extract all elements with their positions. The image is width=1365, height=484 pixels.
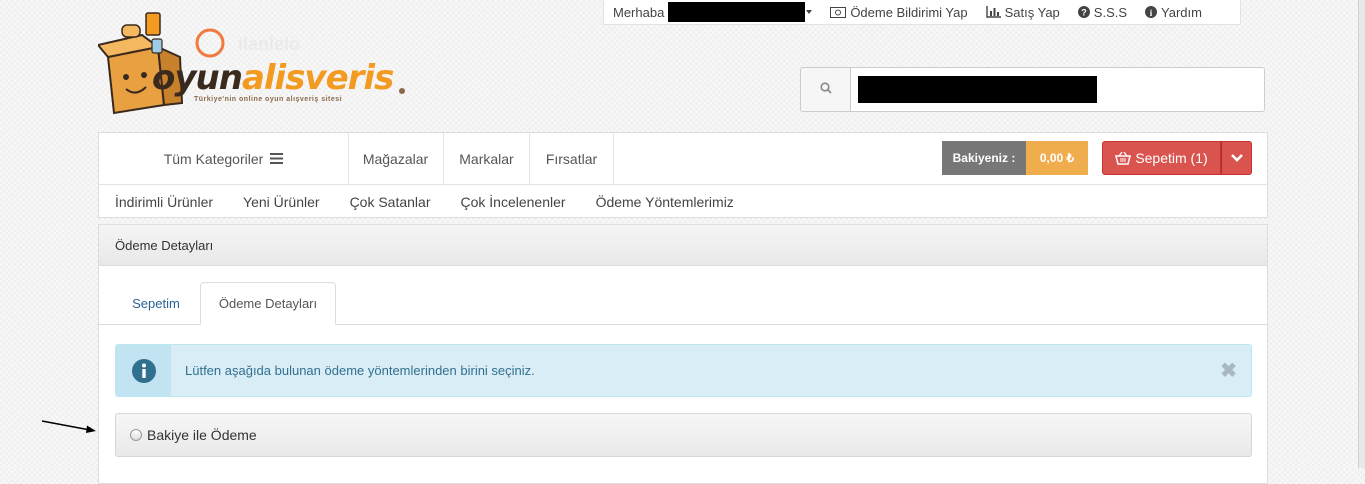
faq-label: S.S.S: [1093, 4, 1128, 20]
payment-details-panel: Ödeme Detayları Sepetim Ödeme Detayları …: [98, 224, 1268, 484]
info-alert: Lütfen aşağıda bulunan ödeme yöntemlerin…: [115, 344, 1252, 397]
nav-new-products[interactable]: Yeni Ürünler: [243, 194, 320, 210]
panel-title: Ödeme Detayları: [99, 225, 1267, 266]
balance-value: 0,00 ₺: [1026, 141, 1088, 175]
payment-notice-label: Ödeme Bildirimi Yap: [850, 4, 968, 20]
tab-cart-label: Sepetim: [132, 295, 180, 311]
nav-best-sellers[interactable]: Çok Satanlar: [350, 194, 431, 210]
nav-brands-label: Markalar: [459, 150, 514, 167]
info-circle-icon: i: [1145, 6, 1158, 18]
nav-stores-label: Mağazalar: [362, 150, 429, 167]
greeting-label: Merhaba: [613, 4, 665, 20]
sell-link[interactable]: Satış Yap: [985, 4, 1060, 20]
user-greeting[interactable]: Merhaba: [613, 2, 813, 22]
redacted-search-text: [858, 76, 1097, 103]
faded-logo-text: ilanlelo: [238, 34, 300, 54]
help-link[interactable]: i Yardım: [1145, 5, 1202, 20]
cart-button[interactable]: Sepetim (1): [1102, 141, 1221, 175]
faq-link[interactable]: ? S.S.S: [1077, 4, 1128, 20]
close-icon[interactable]: ✖: [1220, 345, 1237, 396]
search-icon: [819, 82, 832, 97]
balance-payment-radio[interactable]: [130, 429, 142, 441]
bar-chart-icon: [985, 6, 1001, 18]
help-label: Yardım: [1161, 4, 1202, 20]
checkout-tabs: Sepetim Ödeme Detayları: [99, 282, 1267, 325]
question-circle-icon: ?: [1077, 6, 1090, 18]
all-categories-label: Tüm Kategoriler: [163, 150, 264, 167]
nav-deals-label: Fırsatlar: [545, 150, 598, 167]
caret-down-icon: [806, 10, 813, 14]
brand-name[interactable]: oyunalisveris: [152, 58, 394, 98]
tab-payment-details[interactable]: Ödeme Detayları: [200, 282, 336, 325]
scrollbar[interactable]: [1358, 0, 1365, 468]
nav-brands[interactable]: Markalar: [444, 133, 530, 184]
basket-icon: [1115, 151, 1132, 165]
tab-payment-details-label: Ödeme Detayları: [218, 296, 318, 311]
alert-message: Lütfen aşağıda bulunan ödeme yöntemlerin…: [185, 363, 535, 378]
balance-payment-label: Bakiye ile Ödeme: [147, 427, 257, 443]
money-icon: [830, 6, 847, 18]
nav-stores[interactable]: Mağazalar: [348, 133, 444, 184]
sell-label: Satış Yap: [1004, 4, 1060, 20]
balance-payment-option[interactable]: Bakiye ile Ödeme: [115, 413, 1252, 457]
all-categories-button[interactable]: Tüm Kategoriler: [99, 133, 349, 184]
redacted-username: [668, 2, 806, 22]
brand-tagline: Türkiye'nin online oyun alışveriş sitesi: [194, 96, 343, 103]
search-button[interactable]: [801, 68, 851, 111]
chevron-down-icon: [1230, 154, 1243, 162]
info-icon: [116, 345, 171, 396]
nav-secondary-row: İndirimli Ürünler Yeni Ürünler Çok Satan…: [99, 185, 748, 218]
main-nav: Tüm Kategoriler Mağazalar Markalar Fırsa…: [98, 132, 1268, 218]
svg-text:?: ?: [1081, 8, 1087, 18]
nav-most-reviewed[interactable]: Çok İncelenenler: [461, 194, 566, 210]
nav-deals[interactable]: Fırsatlar: [530, 133, 614, 184]
cart-label: Sepetim (1): [1135, 150, 1208, 166]
cart-dropdown-toggle[interactable]: [1221, 141, 1252, 175]
nav-discounted-products[interactable]: İndirimli Ürünler: [115, 194, 213, 210]
nav-primary-row: Tüm Kategoriler Mağazalar Markalar Fırsa…: [99, 133, 1267, 185]
nav-payment-methods[interactable]: Ödeme Yöntemlerimiz: [596, 194, 734, 210]
balance-label: Bakiyeniz :: [942, 141, 1026, 175]
bars-icon: [270, 153, 284, 164]
top-bar: Merhaba Ödeme Bildirimi Yap Satış Yap ? …: [603, 0, 1241, 25]
tab-cart[interactable]: Sepetim: [115, 282, 197, 324]
payment-notice-link[interactable]: Ödeme Bildirimi Yap: [830, 4, 968, 20]
annotation-arrow: [41, 420, 96, 433]
